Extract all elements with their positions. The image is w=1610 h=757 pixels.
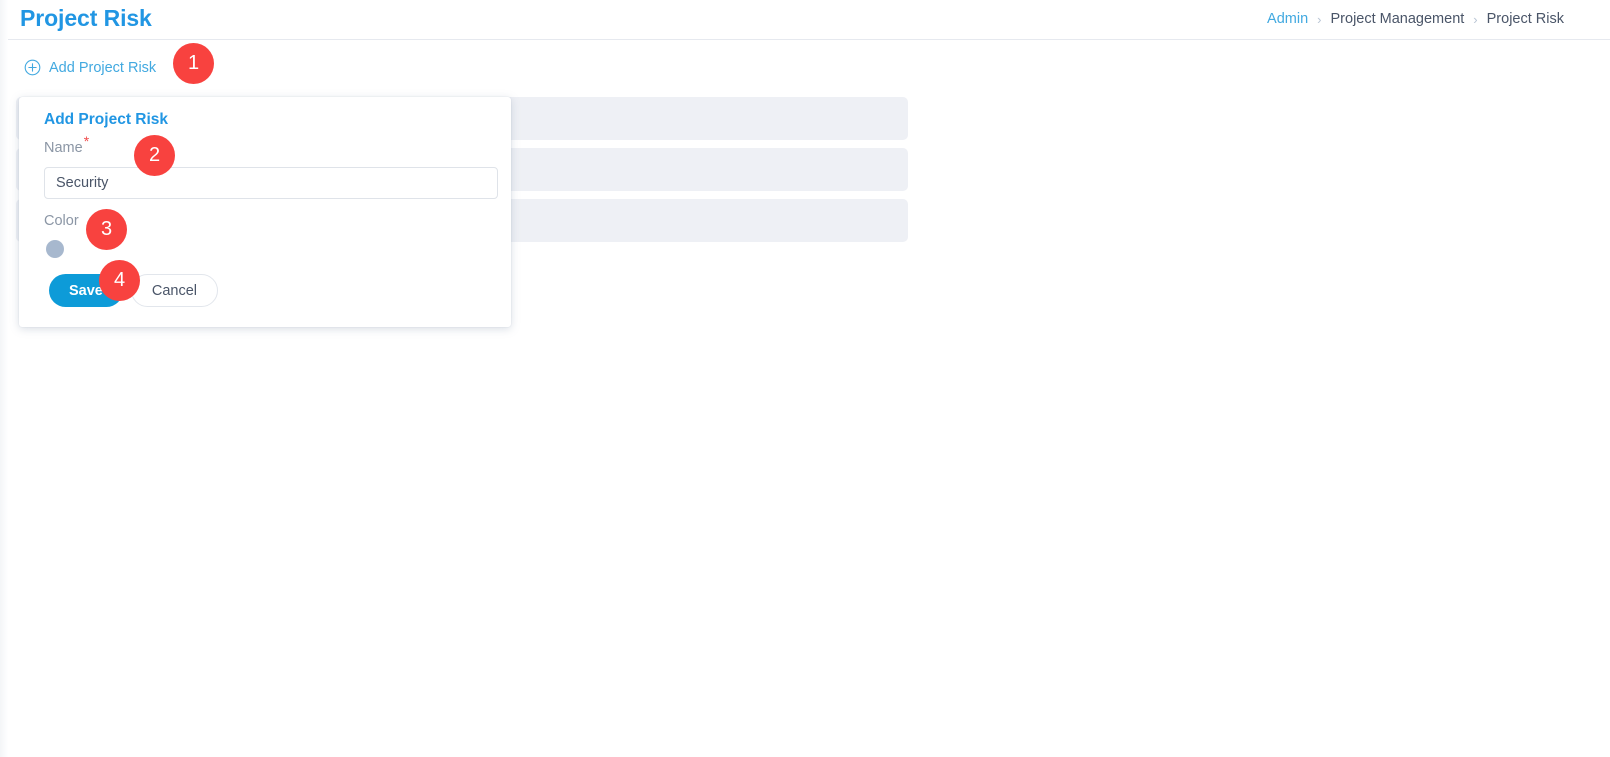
annotation-badge-4: 4 bbox=[99, 260, 140, 301]
name-label-text: Name bbox=[44, 140, 83, 156]
breadcrumb-item-project-risk: Project Risk bbox=[1486, 11, 1564, 27]
breadcrumb-item-admin[interactable]: Admin bbox=[1267, 11, 1308, 27]
name-input[interactable] bbox=[44, 167, 498, 199]
add-project-risk-panel: Add Project Risk Name* Color Save Cancel bbox=[19, 97, 511, 327]
annotation-badge-1: 1 bbox=[173, 43, 214, 84]
cancel-button[interactable]: Cancel bbox=[130, 274, 219, 307]
plus-circle-icon bbox=[24, 59, 41, 76]
page-container: Project Risk Admin › Project Management … bbox=[8, 0, 1610, 757]
name-field-label: Name* bbox=[44, 134, 89, 156]
panel-title: Add Project Risk bbox=[44, 111, 169, 128]
breadcrumb: Admin › Project Management › Project Ris… bbox=[1267, 11, 1564, 27]
add-project-risk-label: Add Project Risk bbox=[49, 59, 157, 76]
page-title: Project Risk bbox=[20, 5, 152, 31]
page-header: Project Risk Admin › Project Management … bbox=[8, 0, 1610, 40]
add-project-risk-link[interactable]: Add Project Risk bbox=[24, 59, 156, 76]
chevron-right-icon: › bbox=[1473, 11, 1478, 27]
breadcrumb-item-project-management[interactable]: Project Management bbox=[1331, 11, 1465, 27]
color-swatch[interactable] bbox=[46, 240, 64, 258]
color-field-label: Color bbox=[44, 213, 79, 229]
annotation-badge-3: 3 bbox=[86, 209, 127, 250]
page-left-edge-strip bbox=[0, 0, 8, 757]
chevron-right-icon: › bbox=[1317, 11, 1322, 27]
required-asterisk: * bbox=[83, 133, 90, 150]
annotation-badge-2: 2 bbox=[134, 135, 175, 176]
